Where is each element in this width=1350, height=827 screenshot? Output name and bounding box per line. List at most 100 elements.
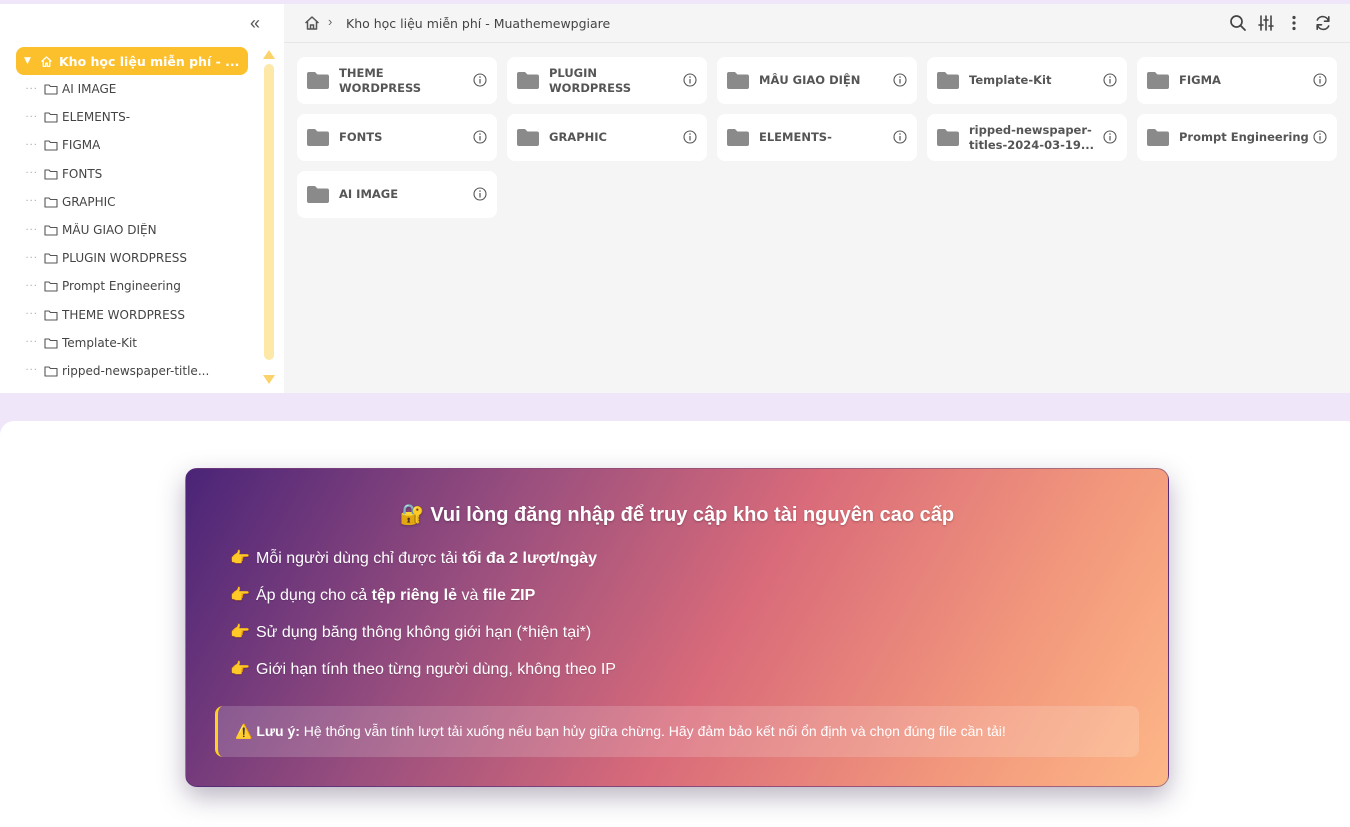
tree-item-label: ripped-newspaper-title... [62,363,210,378]
info-icon[interactable] [473,130,487,144]
notice-item-text: Mỗi người dùng chỉ được tải [256,550,463,567]
folder-name: AI IMAGE [339,187,399,201]
sidebar-tree-item[interactable]: ··· Template-Kit [16,329,248,357]
folder-card[interactable]: GRAPHIC [507,114,707,161]
tree-item-label: FIGMA [62,138,101,153]
refresh-icon[interactable] [1314,14,1332,32]
pointing-hand-icon: 👉 [230,587,250,604]
info-icon[interactable] [893,130,907,144]
folder-icon [727,129,749,146]
info-icon[interactable] [1313,130,1327,144]
folder-icon [307,186,329,203]
info-icon[interactable] [683,130,697,144]
sidebar-tree-item[interactable]: ··· THEME WORDPRESS [16,301,248,329]
notice-item-bold: file ZIP [482,587,536,604]
folder-name: FIGMA [1179,73,1221,87]
folder-icon [44,338,58,349]
notice-item: 👉 Giới hạn tính theo từng người dùng, khô… [230,660,616,697]
tree-item-label: ELEMENTS- [62,110,131,125]
info-icon[interactable] [1103,73,1117,87]
folder-icon [1147,129,1169,146]
home-icon [41,55,52,67]
collapse-sidebar-button[interactable]: « [246,14,264,32]
notice-item-bold: tối đa 2 lượt/ngày [462,550,598,567]
tree-connector: ··· [25,196,38,208]
breadcrumb-current[interactable]: Kho học liệu miễn phí - Muathemewpgiare [346,16,610,31]
scroll-down-arrow[interactable] [263,375,275,384]
folder-icon [517,129,539,146]
sidebar-tree-item[interactable]: ··· FONTS [16,160,248,188]
tree-connector: ··· [25,252,38,264]
pointing-hand-icon: 👉 [230,661,250,678]
sidebar-tree-item[interactable]: ··· GRAPHIC [16,188,248,216]
warning-text: Hệ thống vẫn tính lượt tải xuống nếu bạn… [299,723,1006,739]
folder-name: ripped-newspaper-titles-2024-03-19... [969,122,1094,152]
warning-note: ⚠️ Lưu ý: Hệ thống vẫn tính lượt tải xuố… [215,706,1139,757]
sidebar-tree-item[interactable]: ··· PLUGIN WORDPRESS [16,244,248,272]
folder-card[interactable]: THEME WORDPRESS [297,57,497,104]
sidebar-scrollbar[interactable] [262,50,276,384]
notice-item-bold: tệp riêng lẻ [371,587,457,604]
info-icon[interactable] [893,73,907,87]
sidebar-tree-item[interactable]: ··· FIGMA [16,131,248,159]
chevron-right-icon: › [328,14,333,29]
tree-item-label: PLUGIN WORDPRESS [62,251,188,266]
tree-connector: ··· [25,365,38,377]
tree-item-label: MẪU GIAO DIỆN [62,223,157,238]
sidebar-tree-item[interactable]: ··· ripped-newspaper-title... [16,357,248,385]
notice-item: 👉 Mỗi người dùng chỉ được tải tối đa 2 lư… [230,549,616,586]
folder-name: ELEMENTS- [759,130,832,144]
folder-name: THEME WORDPRESS [339,65,422,95]
notice-item-text: Áp dụng cho cả [256,587,372,604]
sidebar-tree-item[interactable]: ··· Prompt Engineering [16,272,248,300]
chevron-down-icon: ▼ [24,56,31,66]
folder-icon [44,140,58,152]
info-icon[interactable] [1313,73,1327,87]
search-icon[interactable] [1229,14,1247,32]
folder-card[interactable]: AI IMAGE [297,171,497,218]
folder-card[interactable]: MẪU GIAO DIỆN [717,57,917,104]
notice-list: 👉 Mỗi người dùng chỉ được tải tối đa 2 lư… [230,549,616,697]
scroll-thumb[interactable] [264,64,274,360]
tree-item-label: Prompt Engineering [62,279,181,294]
notice-item-text: Giới hạn tính theo từng người dùng, khôn… [256,661,616,678]
folder-icon [44,310,58,321]
folder-icon [44,281,58,292]
folder-name: GRAPHIC [549,130,607,144]
folder-card[interactable]: Prompt Engineering [1137,114,1337,161]
folder-icon [44,84,58,95]
sidebar: « ▼ Kho học liệu miễn phí - ... ··· AI IM… [0,4,284,393]
folder-card[interactable]: Template-Kit [927,57,1127,104]
tree-connector: ··· [25,337,38,349]
tree-item-label: FONTS [62,166,103,181]
sidebar-tree-item[interactable]: ··· MẪU GIAO DIỆN [16,216,248,244]
notice-item-text: và [457,587,483,604]
tree-connector: ··· [25,224,38,236]
more-vertical-icon[interactable] [1285,14,1303,32]
tree-item-label: THEME WORDPRESS [62,307,185,322]
info-icon[interactable] [683,73,697,87]
folder-name: MẪU GIAO DIỆN [759,73,861,87]
sidebar-tree-item[interactable]: ··· AI IMAGE [16,75,248,103]
home-icon[interactable] [304,15,320,31]
tree-root-item[interactable]: ▼ Kho học liệu miễn phí - ... [16,47,248,75]
sliders-icon[interactable] [1257,14,1275,32]
folder-card[interactable]: FIGMA [1137,57,1337,104]
info-icon[interactable] [473,187,487,201]
sidebar-tree-item[interactable]: ··· ELEMENTS- [16,103,248,131]
notice-title: 🔐 Vui lòng đăng nhập để truy cập kho tài… [399,504,955,526]
folder-name: FONTS [339,130,383,144]
scroll-up-arrow[interactable] [263,50,275,59]
folder-card[interactable]: PLUGIN WORDPRESS [507,57,707,104]
folder-icon [44,366,58,377]
warning-icon: ⚠️ [235,723,253,739]
file-manager: « ▼ Kho học liệu miễn phí - ... ··· AI IM… [0,4,1350,393]
info-icon[interactable] [473,73,487,87]
tree-item-label: GRAPHIC [62,194,116,209]
folder-card[interactable]: ELEMENTS- [717,114,917,161]
pointing-hand-icon: 👉 [230,550,250,567]
folder-icon [307,72,329,89]
info-icon[interactable] [1103,130,1117,144]
folder-card[interactable]: ripped-newspaper-titles-2024-03-19... [927,114,1127,161]
folder-card[interactable]: FONTS [297,114,497,161]
